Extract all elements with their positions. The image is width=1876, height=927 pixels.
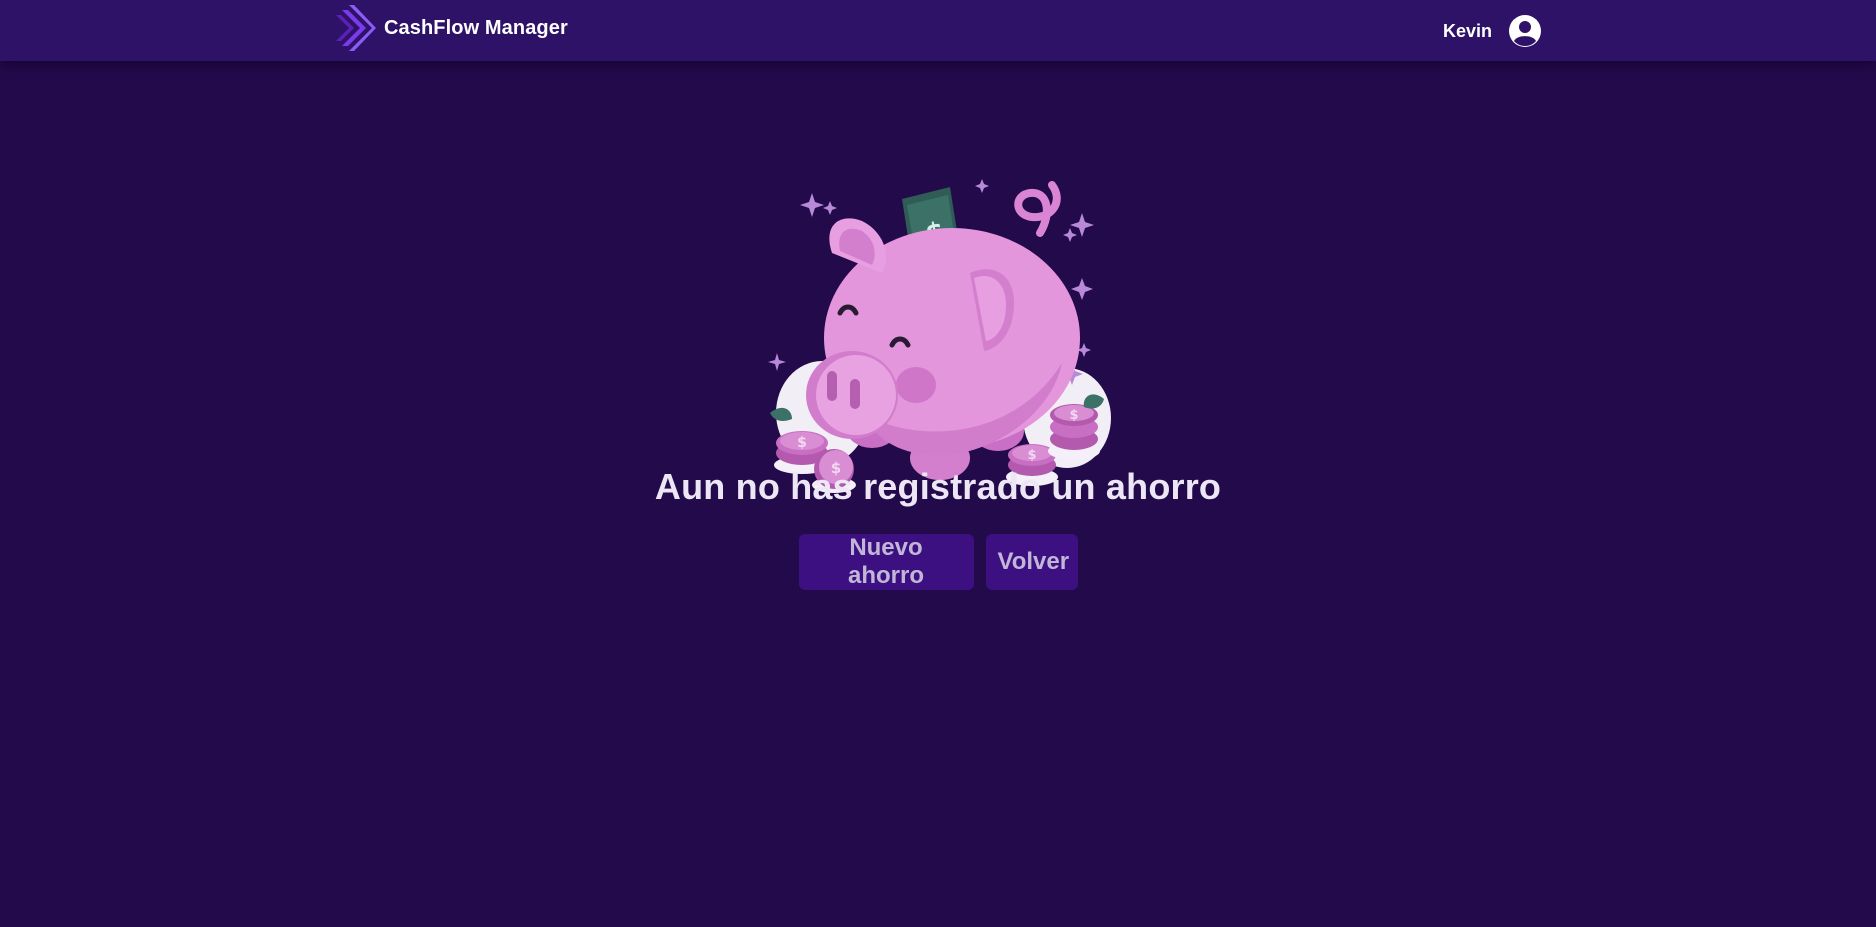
piggy-tail xyxy=(1014,181,1061,237)
top-navbar: CashFlow Manager Kevin xyxy=(0,0,1876,61)
svg-text:$: $ xyxy=(797,435,807,451)
piggy-bank-illustration: $ $ $ $ xyxy=(768,179,1111,493)
empty-state-title: Aun no has registrado un ahorro xyxy=(654,466,1222,507)
back-button[interactable]: Volver xyxy=(985,534,1078,590)
user-name: Kevin xyxy=(1442,20,1492,41)
user-menu[interactable]: Kevin xyxy=(1443,13,1542,49)
svg-text:$: $ xyxy=(1027,448,1036,463)
brand-link[interactable]: CashFlow Manager xyxy=(332,4,568,52)
user-circle-icon[interactable] xyxy=(1508,14,1542,48)
empty-state-actions: Nuevo ahorro Volver xyxy=(0,534,1876,590)
coin-stack-right: $ xyxy=(1048,404,1100,460)
chevron-stack-logo-icon xyxy=(336,5,376,51)
brand-name: CashFlow Manager xyxy=(384,16,568,39)
empty-savings-view: $ $ $ $ Aun no has registrado un ahorro … xyxy=(0,61,1876,927)
svg-text:$: $ xyxy=(1069,408,1078,423)
new-saving-button[interactable]: Nuevo ahorro xyxy=(798,534,974,590)
